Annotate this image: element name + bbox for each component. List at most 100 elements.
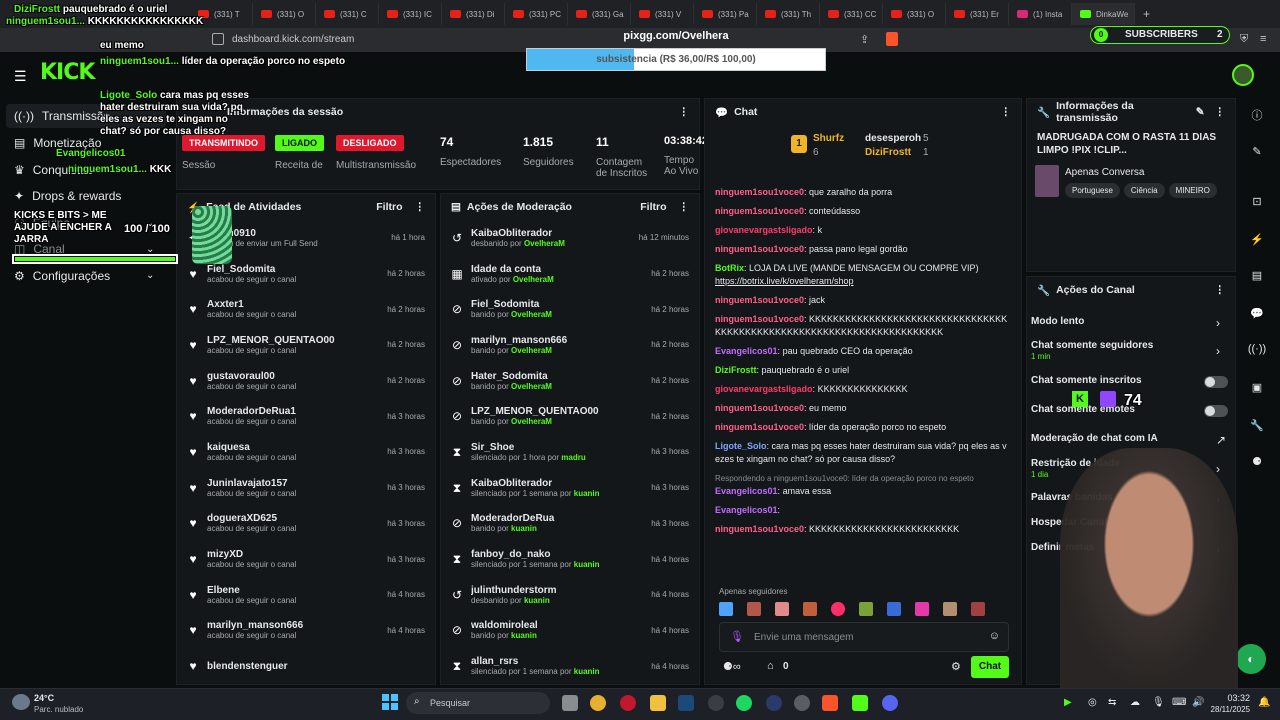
app-icon[interactable]	[708, 695, 724, 711]
browser-tab[interactable]: (331) IC	[379, 3, 442, 25]
feed-username[interactable]: LPZ_MENOR_QUENTAO00	[207, 335, 379, 346]
list-item[interactable]: ↺ KaibaObliterador desbanido por Ovelher…	[441, 220, 699, 256]
browser-tab[interactable]: (331) O	[883, 3, 946, 25]
feed-username[interactable]: Axxter1	[207, 299, 379, 310]
list-item[interactable]: ♥ ModeradorDeRua1 acabou de seguir o can…	[177, 398, 435, 434]
browser-tab[interactable]: (331) V	[631, 3, 694, 25]
browser-tab[interactable]: (331) C	[316, 3, 379, 25]
list-icon[interactable]: ▤	[1246, 264, 1268, 286]
list-item[interactable]: ⊘ Hater_Sodomita banido por OvelheraM há…	[441, 363, 699, 399]
list-item[interactable]: ♥ gustavoraul00 acabou de seguir o canal…	[177, 363, 435, 399]
browser-tab-active[interactable]: DinkaWe	[1072, 3, 1135, 25]
tray-icon[interactable]: ⇆	[1108, 697, 1116, 708]
edit-icon[interactable]: ✎	[1196, 106, 1205, 118]
weather-temp[interactable]: 24°C	[34, 693, 54, 703]
browser-tab[interactable]: (331) PC	[505, 3, 568, 25]
pencil-icon[interactable]: ✎	[1246, 140, 1268, 162]
chevron-down-icon[interactable]: ⌄	[146, 270, 154, 281]
chat-message[interactable]: giovanevargastsligado: KKKKKKKKKKKKKKK	[705, 380, 1021, 399]
browser-tab[interactable]: (331) CC	[820, 3, 883, 25]
feed-username[interactable]: marilyn_manson666	[207, 620, 379, 631]
mod-actor[interactable]: OvelheraM	[524, 239, 565, 248]
taskbar-search[interactable]: ⌕ Pesquisar	[406, 692, 550, 714]
mod-actor[interactable]: madru	[561, 453, 585, 462]
chat-icon[interactable]: 💬	[1246, 302, 1268, 324]
sidebar-item-drops[interactable]: ✦ Drops & rewards	[14, 189, 121, 203]
microphone-icon[interactable]: 🎙	[730, 630, 744, 643]
mod-actor[interactable]: kuanin	[511, 524, 537, 533]
chat-username[interactable]: ninguem1sou1voce0	[715, 422, 804, 432]
info-icon[interactable]: ⓘ	[1246, 104, 1268, 126]
chat-message[interactable]: DiziFrostt: pauquebrado é o uriel	[705, 361, 1021, 380]
channel-action-item[interactable]: Chat somente seguidores 1 min	[1031, 340, 1227, 361]
monitor-icon[interactable]: ▣	[1246, 376, 1268, 398]
file-explorer-icon[interactable]	[650, 695, 666, 711]
chat-username[interactable]: ninguem1sou1voce0	[715, 295, 804, 305]
sidebar-item-configuracoes[interactable]: ⚙ Configurações	[14, 269, 110, 283]
feed-username[interactable]: Fiel_Sodomita	[207, 264, 379, 275]
feed-username[interactable]: dogueraXD625	[207, 513, 379, 524]
chat-username[interactable]: ninguem1sou1voce0	[715, 524, 804, 534]
chat-message[interactable]: ninguem1sou1voce0: passa pano legal gord…	[705, 240, 1021, 259]
community-icon[interactable]: ⚈∞	[723, 660, 741, 673]
list-item[interactable]: ♥ Axxter1 acabou de seguir o canal há 2 …	[177, 291, 435, 327]
mod-target[interactable]: marilyn_manson666	[471, 335, 643, 346]
list-item[interactable]: ⧗ allan_rsrs silenciado por 1 semana por…	[441, 648, 699, 684]
community-icon[interactable]: ⚈	[1246, 450, 1268, 472]
browser-tab[interactable]: (331) Th	[757, 3, 820, 25]
feed-username[interactable]: Elbene	[207, 585, 379, 596]
feed-username[interactable]: Juninlavajato157	[207, 478, 379, 489]
channel-points-icon[interactable]: ⌂	[767, 660, 774, 672]
share-icon[interactable]: ⇪	[860, 33, 869, 46]
feed-username[interactable]: ModeradorDeRua1	[207, 406, 379, 417]
chevron-right-icon[interactable]: ›	[1216, 462, 1220, 476]
network-icon[interactable]: ⌨	[1172, 697, 1186, 708]
microphone-icon[interactable]: 🎙	[1152, 697, 1165, 708]
sidebar-item-transmissao[interactable]: ((·)) Transmissão	[14, 109, 110, 123]
obs-icon[interactable]	[794, 695, 810, 711]
list-item[interactable]: ♥ marilyn_manson666 acabou de seguir o c…	[177, 613, 435, 649]
mod-target[interactable]: Sir_Shoe	[471, 442, 643, 453]
list-item[interactable]: ⧗ Sir_Shoe silenciado por 1 hora por mad…	[441, 434, 699, 470]
browser-tab[interactable]: (331) O	[253, 3, 316, 25]
tag[interactable]: Portuguese	[1065, 183, 1120, 198]
chat-username[interactable]: ninguem1sou1voce0	[715, 187, 804, 197]
mod-actor[interactable]: kuanin	[574, 667, 600, 676]
chat-message[interactable]: ninguem1sou1voce0: eu memo	[705, 399, 1021, 418]
tag[interactable]: Ciência	[1123, 183, 1165, 198]
clock-time[interactable]: 03:32	[1206, 693, 1250, 703]
list-item[interactable]: ♥ LPZ_MENOR_QUENTAO00 acabou de seguir o…	[177, 327, 435, 363]
mod-actor[interactable]: OvelheraM	[511, 417, 552, 426]
hamburger-menu-icon[interactable]: ☰	[14, 68, 27, 85]
mod-target[interactable]: KaibaObliterador	[471, 228, 631, 239]
chat-message[interactable]: ninguem1sou1voce0: jack	[705, 291, 1021, 310]
tray-icon[interactable]: ☁	[1130, 697, 1140, 708]
list-item[interactable]: ♥ mizyXD acabou de seguir o canal há 3 h…	[177, 541, 435, 577]
chat-link[interactable]: https://botrix.live/k/ovelheram/shop	[715, 276, 854, 286]
feed-username[interactable]: mizyXD	[207, 549, 379, 560]
list-item[interactable]: ⧗ KaibaObliterador silenciado por 1 sema…	[441, 470, 699, 506]
send-chat-button[interactable]: Chat	[971, 656, 1009, 678]
site-info-icon[interactable]	[212, 33, 224, 45]
channel-action-item[interactable]: Chat somente inscritos	[1031, 375, 1227, 386]
notification-bell-icon[interactable]: 🔔	[1258, 697, 1270, 708]
mod-target[interactable]: KaibaObliterador	[471, 478, 643, 489]
list-item[interactable]: ♥ kaiquesa acabou de seguir o canal há 3…	[177, 434, 435, 470]
mod-target[interactable]: LPZ_MENOR_QUENTAO00	[471, 406, 643, 417]
external-link-icon[interactable]: ↗	[1216, 433, 1226, 447]
brave-icon[interactable]	[822, 695, 838, 711]
feed-username[interactable]: gustavoraul00	[207, 371, 379, 382]
mod-target[interactable]: fanboy_do_nako	[471, 549, 643, 560]
chat-message[interactable]: ninguem1sou1voce0: KKKKKKKKKKKKKKKKKKKKK…	[705, 310, 1021, 342]
chat-settings-icon[interactable]: ⚙	[951, 660, 961, 673]
channel-action-item[interactable]: Moderação de chat com IA	[1031, 433, 1227, 444]
discord-icon[interactable]	[882, 695, 898, 711]
mod-actor[interactable]: OvelheraM	[511, 310, 552, 319]
chat-username[interactable]: DiziFrostt	[715, 365, 757, 375]
tray-icon[interactable]: ◎	[1088, 697, 1097, 708]
play-icon[interactable]: ▶	[1064, 697, 1072, 708]
list-item[interactable]: ⊘ waldomiroleal banido por kuanin há 4 h…	[441, 613, 699, 649]
channel-action-item[interactable]: Modo lento	[1031, 316, 1227, 327]
browser-tab[interactable]: (331) Ga	[568, 3, 631, 25]
mod-actor[interactable]: kuanin	[574, 560, 600, 569]
